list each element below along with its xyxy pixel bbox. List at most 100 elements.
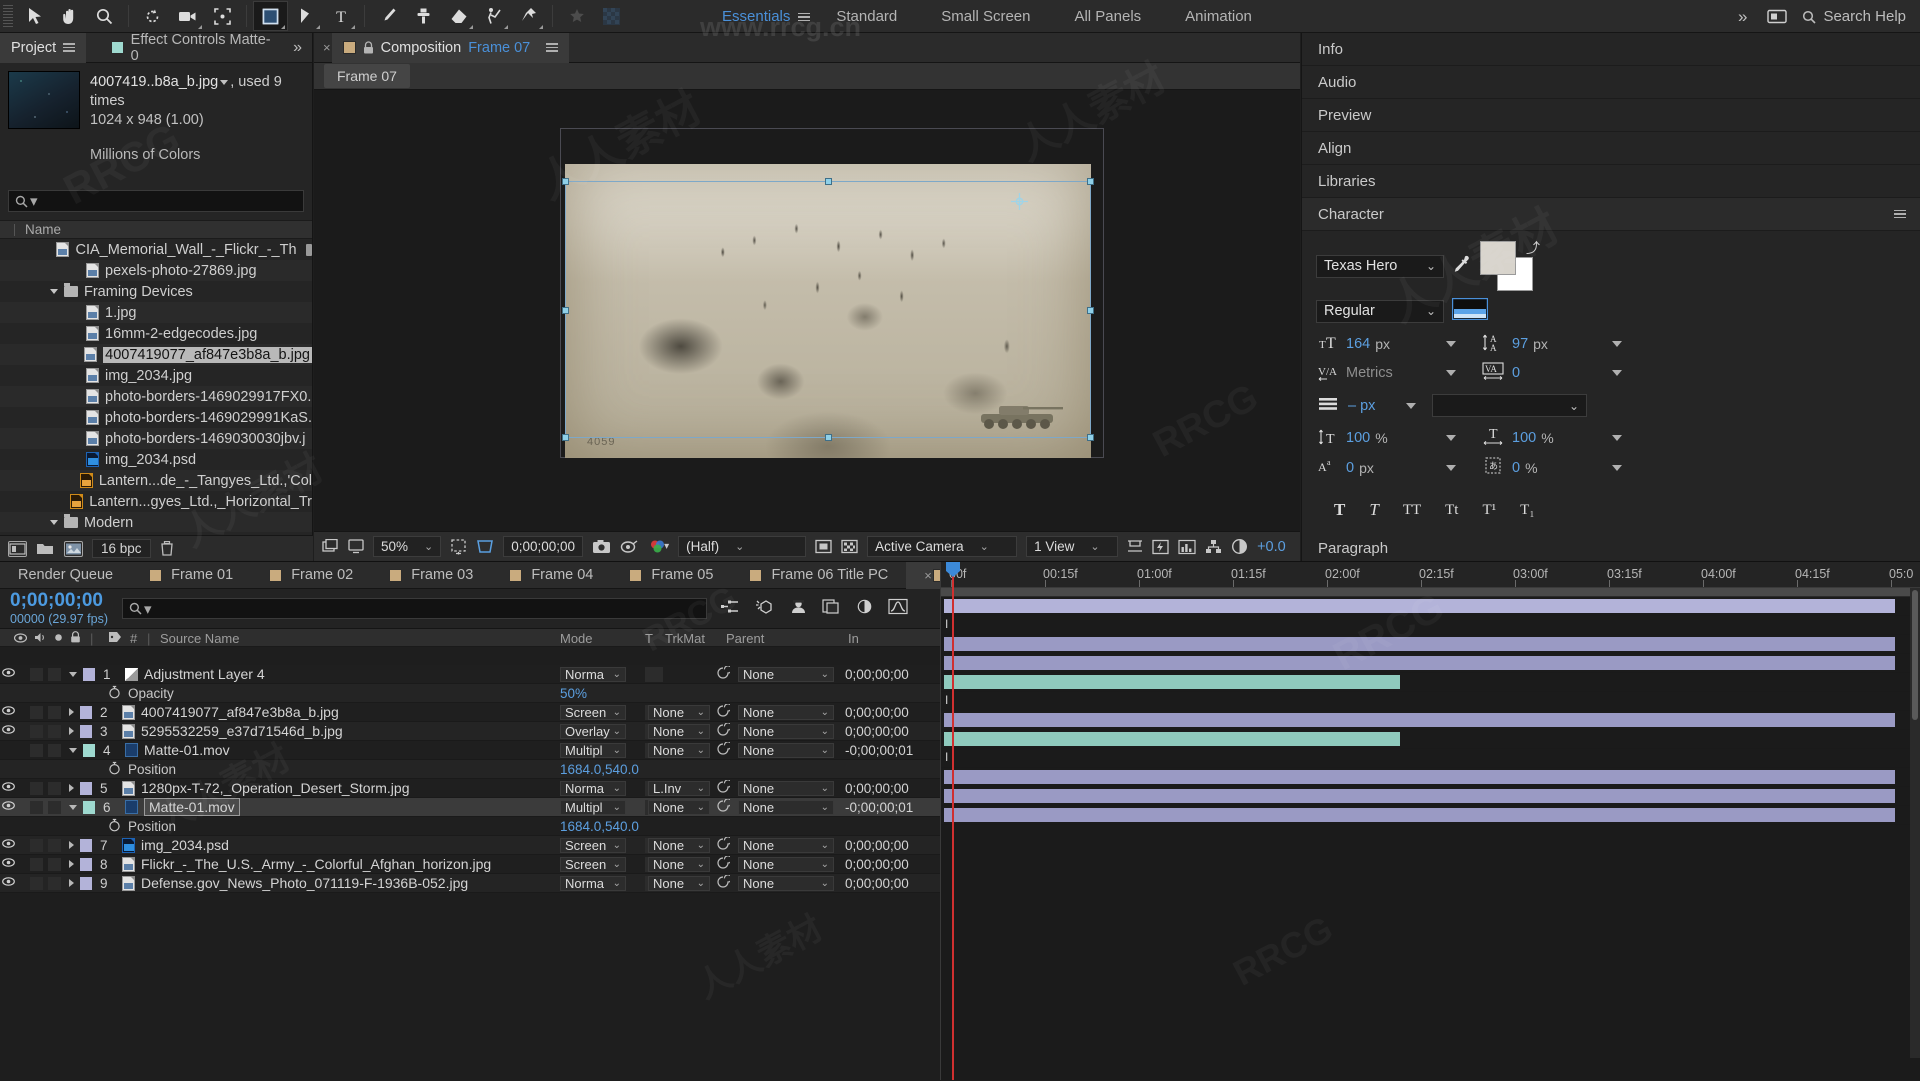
layer-visibility-icon[interactable] xyxy=(0,668,16,680)
tab-effect-controls[interactable]: Effect Controls Matte-0 xyxy=(100,32,283,64)
faux-italic-button[interactable]: T xyxy=(1369,500,1378,520)
layer-trkmat-dropdown[interactable]: None ⌄ xyxy=(648,799,710,815)
camera-tool[interactable] xyxy=(170,1,205,31)
project-list-item[interactable]: photo-borders-1469030030jbv.j xyxy=(0,428,312,449)
resize-handle-ml[interactable] xyxy=(562,307,569,314)
timeline-layer-row[interactable]: 4 Matte-01.mov Multipl ⌄ None ⌄ None ⌄ -0;00;00;… xyxy=(0,740,940,760)
kerning-field[interactable]: Metrics xyxy=(1346,365,1442,381)
timeline-track-row[interactable] xyxy=(941,635,1911,654)
layer-color-swatch[interactable] xyxy=(83,667,95,681)
layer-property-row[interactable]: Opacity 50% xyxy=(0,684,940,703)
timeline-layer-row[interactable]: 9 Defense.gov_News_Photo_071119-F-1936B-0… xyxy=(0,873,940,893)
channel-rgb-icon[interactable]: ▾ xyxy=(648,539,669,555)
timeline-tab[interactable]: Frame 06 Title PC xyxy=(731,562,906,589)
parent-pickwhip-icon[interactable] xyxy=(716,721,733,740)
layer-blend-mode-dropdown[interactable]: Multipl ⌄ xyxy=(560,799,626,815)
layer-solo-toggle[interactable] xyxy=(48,724,61,738)
timeline-tab[interactable]: Frame 05 xyxy=(611,562,731,589)
layer-duration-bar[interactable] xyxy=(944,808,1895,822)
layer-name-cell[interactable]: Defense.gov_News_Photo_071119-F-1936B-05… xyxy=(122,875,468,891)
keyframe-indicator-icon[interactable]: I xyxy=(945,750,948,764)
layer-trkmat-dropdown[interactable]: None ⌄ xyxy=(648,704,710,720)
layer-name-cell[interactable]: Adjustment Layer 4 xyxy=(125,666,265,682)
superscript-button[interactable]: T¹ xyxy=(1482,502,1496,519)
layer-name-cell[interactable]: 5295532259_e37d71546d_b.jpg xyxy=(122,723,343,739)
layer-audio-toggle[interactable] xyxy=(30,838,43,852)
workspace-tab-all-panels[interactable]: All Panels xyxy=(1052,0,1163,33)
timeline-flow-icon[interactable] xyxy=(1178,539,1196,555)
resize-handle-br[interactable] xyxy=(1087,434,1094,441)
tracking-dropdown-icon[interactable] xyxy=(1612,370,1622,376)
tsume-dropdown-icon[interactable] xyxy=(1612,464,1622,471)
project-list-item[interactable]: Modern xyxy=(0,512,312,532)
layer-solo-toggle[interactable] xyxy=(48,876,61,890)
project-list-item[interactable]: Framing Devices xyxy=(0,281,312,302)
parent-pickwhip-icon[interactable] xyxy=(716,854,733,873)
layer-audio-toggle[interactable] xyxy=(30,781,43,795)
timeline-property-track[interactable]: I xyxy=(941,749,1911,768)
layer-name-cell[interactable]: Flickr_-_The_U.S._Army_-_Colorful_Afghan… xyxy=(122,856,491,872)
layer-color-swatch[interactable] xyxy=(80,857,92,871)
layer-audio-toggle[interactable] xyxy=(30,876,43,890)
timeline-tab[interactable]: Frame 04 xyxy=(491,562,611,589)
layer-disclosure-icon[interactable] xyxy=(69,841,74,849)
property-stopwatch-icon[interactable] xyxy=(108,685,121,702)
eraser-tool[interactable] xyxy=(441,1,476,31)
graph-editor-icon[interactable] xyxy=(888,598,908,619)
layer-duration-bar[interactable] xyxy=(944,732,1400,746)
new-folder-icon[interactable] xyxy=(36,541,55,557)
toolbar-grip[interactable] xyxy=(3,5,13,27)
property-value[interactable]: 1684.0,540.0 xyxy=(560,762,639,777)
layer-visibility-icon[interactable] xyxy=(0,839,16,851)
layer-color-swatch[interactable] xyxy=(80,705,92,719)
layer-trkmat-dropdown[interactable]: None ⌄ xyxy=(648,856,710,872)
layer-parent-dropdown[interactable]: None ⌄ xyxy=(738,666,834,682)
new-comp-icon[interactable] xyxy=(8,540,27,557)
hide-shy-layers-icon[interactable] xyxy=(789,598,808,619)
tsume-field[interactable]: 0 % xyxy=(1512,460,1608,476)
project-list-item[interactable]: 16mm-2-edgecodes.jpg xyxy=(0,323,312,344)
always-preview-icon[interactable] xyxy=(322,539,339,554)
layer-parent-dropdown[interactable]: None ⌄ xyxy=(738,875,834,891)
timeline-track-row[interactable] xyxy=(941,673,1911,692)
font-family-select[interactable]: Texas Hero ⌄ xyxy=(1316,254,1444,278)
timeline-track-row[interactable] xyxy=(941,597,1911,616)
layer-trkmat-dropdown[interactable]: None ⌄ xyxy=(648,742,710,758)
layer-in-point[interactable]: 0;00;00;00 xyxy=(845,838,909,853)
layer-solo-toggle[interactable] xyxy=(48,838,61,852)
layer-blend-mode-dropdown[interactable]: Overlay ⌄ xyxy=(560,723,626,739)
layer-blend-mode-dropdown[interactable]: Norma ⌄ xyxy=(560,875,626,891)
stroke-width-dropdown-icon[interactable] xyxy=(1406,402,1416,409)
timeline-track-row[interactable] xyxy=(941,654,1911,673)
composition-nav-tab[interactable]: Frame 07 xyxy=(324,64,410,88)
layer-duration-bar[interactable] xyxy=(944,675,1400,689)
baseline-shift-dropdown-icon[interactable] xyxy=(1446,464,1456,471)
workspace-menu-icon[interactable] xyxy=(798,9,811,25)
layer-audio-toggle[interactable] xyxy=(30,724,43,738)
subscript-button[interactable]: T₁ xyxy=(1520,502,1534,519)
property-stopwatch-icon[interactable] xyxy=(108,818,121,835)
stroke-type-select[interactable]: ⌄ xyxy=(1432,394,1587,417)
project-item-caret-icon[interactable] xyxy=(220,79,229,85)
keyframe-indicator-icon[interactable]: I xyxy=(945,617,948,631)
layer-name-cell[interactable]: img_2034.psd xyxy=(122,837,229,853)
project-column-name-label[interactable]: Name xyxy=(25,222,61,237)
project-list-item[interactable]: 4007419077_af847e3b8a_b.jpg xyxy=(0,344,312,365)
timeline-layer-rows[interactable]: 1 Adjustment Layer 4 Norma ⌄ None ⌄ 0;00;00;00… xyxy=(0,665,940,893)
resize-handle-mr[interactable] xyxy=(1087,307,1094,314)
tab-composition[interactable]: Composition Frame 07 xyxy=(331,32,570,63)
workspace-tab-essentials[interactable]: Essentials xyxy=(700,0,812,33)
layer-preserve-transparency-toggle[interactable] xyxy=(645,666,663,682)
stroke-width-field[interactable]: – px xyxy=(1348,398,1400,414)
parent-pickwhip-icon[interactable] xyxy=(716,740,733,759)
project-search-input[interactable]: ▾ xyxy=(8,190,304,212)
faux-bold-button[interactable]: T xyxy=(1334,500,1345,520)
parent-pickwhip-icon[interactable] xyxy=(716,797,733,816)
timeline-property-track[interactable]: I xyxy=(941,616,1911,635)
font-size-field[interactable]: 164 px xyxy=(1346,336,1442,352)
leading-field[interactable]: 97 px xyxy=(1512,336,1608,352)
panel-info[interactable]: Info xyxy=(1302,33,1920,66)
layer-visibility-icon[interactable] xyxy=(0,858,16,870)
layer-blend-mode-dropdown[interactable]: Norma ⌄ xyxy=(560,780,626,796)
anchor-point-icon[interactable] xyxy=(1011,193,1028,214)
